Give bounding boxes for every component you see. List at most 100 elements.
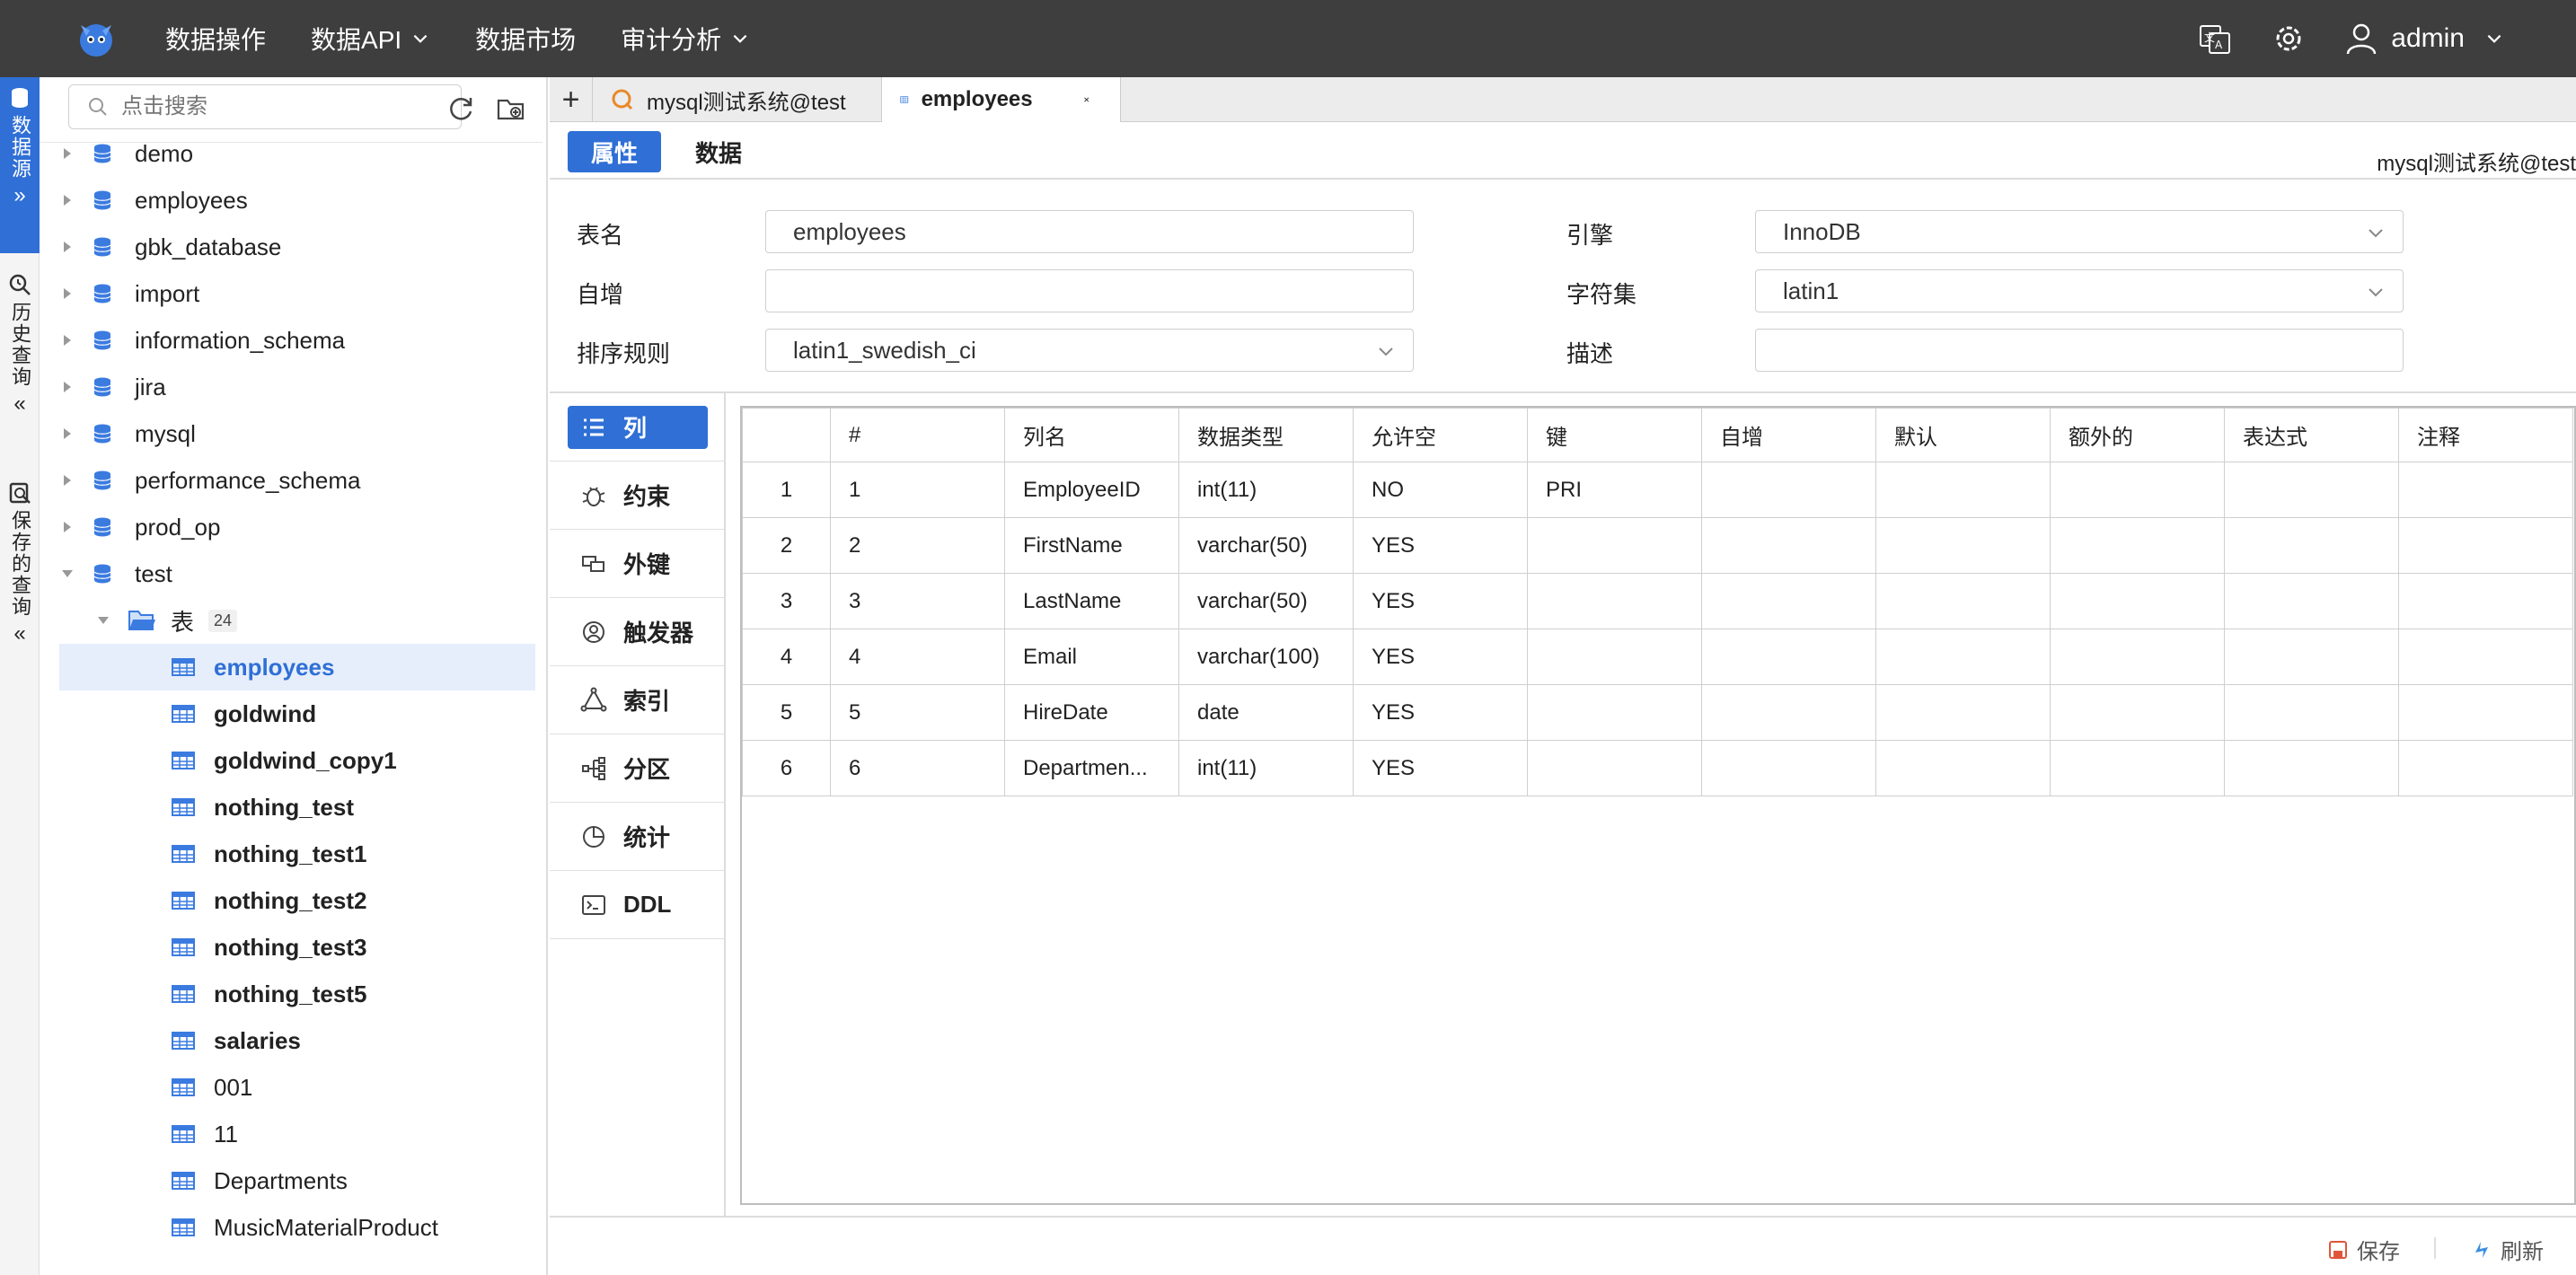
table-cell[interactable]: NO (1353, 462, 1528, 518)
menu-foreign-keys[interactable]: 外键 (550, 530, 726, 598)
app-logo-icon[interactable] (74, 16, 119, 61)
menu-statistics[interactable]: 统计 (550, 803, 726, 871)
table-cell[interactable] (2050, 740, 2225, 796)
tree-db-prod_op[interactable]: prod_op (59, 504, 535, 550)
column-header[interactable]: 注释 (2398, 408, 2573, 462)
table-cell[interactable] (1875, 629, 2051, 685)
table-cell[interactable]: YES (1353, 517, 1528, 574)
tree-table-item[interactable]: nothing_test1 (59, 831, 535, 877)
tree-table-item[interactable]: MusicMaterialProduct (59, 1204, 535, 1251)
column-header[interactable]: 键 (1527, 408, 1702, 462)
tree-table-item[interactable]: nothing_test5 (59, 971, 535, 1017)
tree-table-item[interactable]: salaries (59, 1017, 535, 1064)
tree-folder-tables[interactable]: 表 24 (59, 597, 535, 644)
tree-db-information_schema[interactable]: information_schema (59, 317, 535, 364)
menu-partitions[interactable]: 分区 (550, 734, 726, 803)
caret-right-icon[interactable] (59, 239, 75, 255)
table-cell[interactable]: Departmen... (1004, 740, 1179, 796)
table-cell[interactable] (2398, 462, 2573, 518)
table-cell[interactable]: YES (1353, 684, 1528, 741)
table-cell[interactable] (2050, 684, 2225, 741)
row-number-cell[interactable]: 1 (742, 462, 831, 518)
table-cell[interactable]: YES (1353, 629, 1528, 685)
menu-triggers[interactable]: 触发器 (550, 598, 726, 666)
gear-icon[interactable] (2271, 21, 2307, 57)
table-cell[interactable]: 6 (830, 740, 1005, 796)
table-cell[interactable] (1701, 740, 1876, 796)
caret-right-icon[interactable] (59, 426, 75, 442)
row-number-cell[interactable]: 5 (742, 684, 831, 741)
column-header[interactable] (742, 408, 831, 462)
tree-table-item[interactable]: 11 (59, 1111, 535, 1157)
tree-table-item[interactable]: Departments (59, 1157, 535, 1204)
table-cell[interactable] (1701, 517, 1876, 574)
menu-ddl[interactable]: DDL (550, 871, 726, 939)
charset-select[interactable]: latin1 (1755, 269, 2404, 312)
collapse-icon[interactable]: « (13, 623, 25, 645)
table-cell[interactable] (2398, 517, 2573, 574)
table-cell[interactable] (2398, 573, 2573, 629)
table-cell[interactable] (1875, 740, 2051, 796)
nav-data-ops[interactable]: 数据操作 (165, 21, 266, 57)
row-number-cell[interactable]: 2 (742, 517, 831, 574)
subtab-properties[interactable]: 属性 (568, 131, 662, 172)
table-cell[interactable] (2398, 684, 2573, 741)
table-cell[interactable] (2050, 629, 2225, 685)
table-cell[interactable] (1527, 517, 1702, 574)
desc-input[interactable] (1755, 329, 2404, 372)
table-cell[interactable] (1875, 462, 2051, 518)
caret-down-icon[interactable] (95, 612, 111, 629)
table-cell[interactable] (2398, 740, 2573, 796)
column-header[interactable]: # (830, 408, 1005, 462)
table-cell[interactable] (2224, 629, 2399, 685)
menu-columns[interactable]: 列 (550, 393, 726, 462)
table-name-input[interactable]: employees (765, 210, 1414, 253)
caret-right-icon[interactable] (59, 332, 75, 348)
table-cell[interactable]: varchar(50) (1178, 573, 1354, 629)
table-cell[interactable]: 5 (830, 684, 1005, 741)
column-header[interactable]: 默认 (1875, 408, 2051, 462)
collapse-icon[interactable]: « (13, 393, 25, 415)
table-cell[interactable]: Email (1004, 629, 1179, 685)
tree-search[interactable] (68, 84, 462, 129)
tree-db-gbk_database[interactable]: gbk_database (59, 224, 535, 270)
tree-table-item[interactable]: nothing_test (59, 784, 535, 831)
table-cell[interactable] (1527, 740, 1702, 796)
caret-down-icon[interactable] (59, 566, 75, 582)
nav-audit[interactable]: 审计分析 (621, 21, 750, 57)
tree-table-item[interactable]: goldwind (59, 690, 535, 737)
nav-data-api[interactable]: 数据API (311, 21, 430, 57)
table-cell[interactable] (1527, 629, 1702, 685)
table-cell[interactable] (1701, 684, 1876, 741)
translate-icon[interactable]: 文 A (2197, 21, 2233, 57)
user-menu[interactable]: admin (2344, 22, 2504, 56)
new-folder-icon[interactable] (496, 93, 526, 124)
tree-db-performance_schema[interactable]: performance_schema (59, 457, 535, 504)
table-row[interactable]: 1 1 EmployeeID int(11) NO PRI (742, 462, 2573, 518)
auto-inc-input[interactable] (765, 269, 1414, 312)
table-cell[interactable] (1701, 573, 1876, 629)
caret-right-icon[interactable] (59, 192, 75, 208)
table-cell[interactable]: HireDate (1004, 684, 1179, 741)
table-cell[interactable]: 1 (830, 462, 1005, 518)
refresh-button[interactable]: 刷新 (2472, 1234, 2544, 1265)
tree-table-item[interactable]: 001 (59, 1064, 535, 1111)
table-cell[interactable]: FirstName (1004, 517, 1179, 574)
tree-db-demo[interactable]: demo (59, 130, 535, 177)
tree-table-item[interactable]: nothing_test3 (59, 924, 535, 971)
table-row[interactable]: 2 2 FirstName varchar(50) YES (742, 517, 2573, 574)
table-cell[interactable]: YES (1353, 573, 1528, 629)
caret-right-icon[interactable] (59, 145, 75, 162)
table-cell[interactable]: 2 (830, 517, 1005, 574)
table-cell[interactable]: varchar(100) (1178, 629, 1354, 685)
table-row[interactable]: 3 3 LastName varchar(50) YES (742, 573, 2573, 629)
column-header[interactable]: 自增 (1701, 408, 1876, 462)
tree-table-item[interactable]: nothing_test2 (59, 877, 535, 924)
caret-right-icon[interactable] (59, 472, 75, 488)
column-header[interactable]: 列名 (1004, 408, 1179, 462)
table-cell[interactable] (2050, 573, 2225, 629)
close-icon[interactable] (1083, 91, 1090, 109)
caret-right-icon[interactable] (59, 379, 75, 395)
table-cell[interactable]: 4 (830, 629, 1005, 685)
row-number-cell[interactable]: 3 (742, 573, 831, 629)
